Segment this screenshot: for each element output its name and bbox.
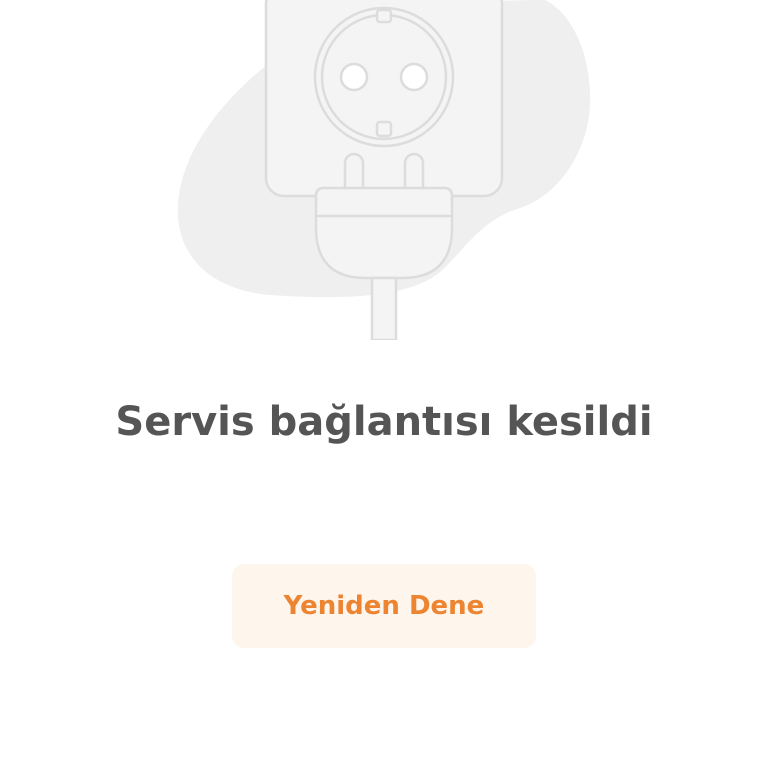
plug-cable [370, 276, 398, 340]
unplugged-socket-icon [177, 0, 591, 340]
socket-hole-left [339, 62, 369, 92]
retry-button-label: Yeniden Dene [283, 591, 485, 621]
error-message: Servis bağlantısı kesildi [115, 399, 653, 445]
disconnected-screen: Servis bağlantısı kesildi Yeniden Dene [0, 0, 768, 768]
plug-head [314, 186, 454, 280]
retry-button[interactable]: Yeniden Dene [232, 564, 536, 648]
socket-hole-right [399, 62, 429, 92]
socket-ground-top [375, 8, 393, 24]
socket-ground-bottom [375, 120, 393, 138]
